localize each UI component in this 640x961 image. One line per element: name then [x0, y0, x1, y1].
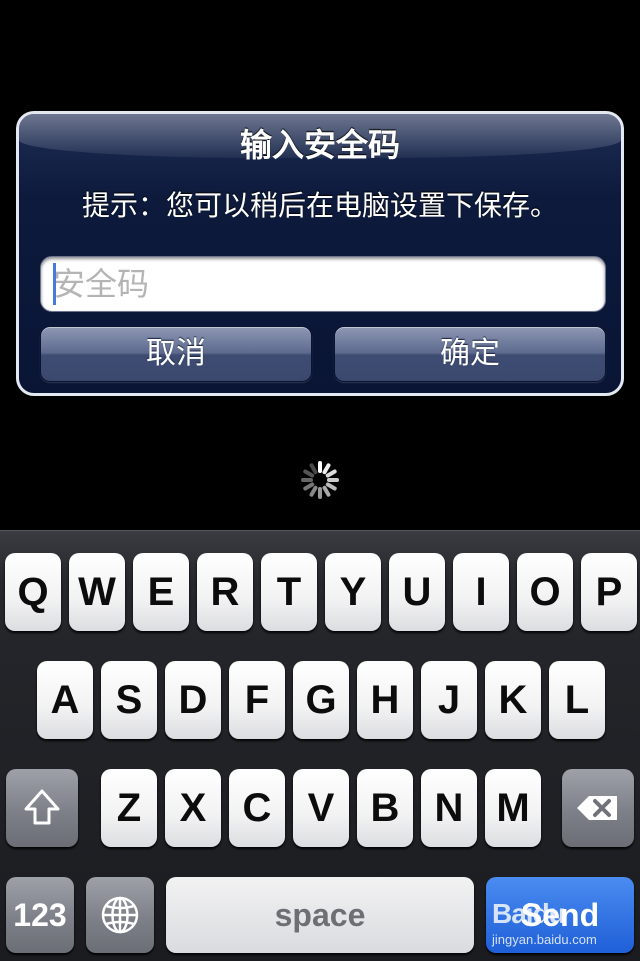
key-g[interactable]: G	[293, 661, 349, 739]
key-r[interactable]: R	[197, 553, 253, 631]
security-code-alert: 输入安全码 提示：您可以稍后在电脑设置下保存。 取消 确定	[16, 111, 624, 396]
loading-spinner-icon	[301, 461, 339, 499]
numbers-key[interactable]: 123	[6, 877, 74, 953]
key-h[interactable]: H	[357, 661, 413, 739]
backspace-icon	[577, 796, 617, 820]
globe-key[interactable]	[86, 877, 154, 953]
key-a[interactable]: A	[37, 661, 93, 739]
alert-message: 提示：您可以稍后在电脑设置下保存。	[81, 189, 558, 222]
confirm-button[interactable]: 确定	[334, 326, 606, 382]
key-d[interactable]: D	[165, 661, 221, 739]
key-i[interactable]: I	[453, 553, 509, 631]
text-caret	[53, 263, 56, 305]
key-c[interactable]: C	[229, 769, 285, 847]
shift-key[interactable]	[6, 769, 78, 847]
key-x[interactable]: X	[165, 769, 221, 847]
cancel-button[interactable]: 取消	[40, 326, 312, 382]
key-t[interactable]: T	[261, 553, 317, 631]
send-key[interactable]: Send	[486, 877, 634, 953]
key-m[interactable]: M	[485, 769, 541, 847]
key-l[interactable]: L	[549, 661, 605, 739]
key-b[interactable]: B	[357, 769, 413, 847]
key-s[interactable]: S	[101, 661, 157, 739]
key-w[interactable]: W	[69, 553, 125, 631]
key-v[interactable]: V	[293, 769, 349, 847]
key-o[interactable]: O	[517, 553, 573, 631]
security-code-input[interactable]	[40, 256, 606, 312]
key-n[interactable]: N	[421, 769, 477, 847]
key-u[interactable]: U	[389, 553, 445, 631]
shift-icon	[24, 789, 60, 825]
key-q[interactable]: Q	[5, 553, 61, 631]
alert-title: 输入安全码	[239, 126, 400, 164]
space-key[interactable]: space	[166, 877, 474, 953]
key-k[interactable]: K	[485, 661, 541, 739]
key-p[interactable]: P	[581, 553, 637, 631]
globe-icon	[101, 896, 139, 934]
key-j[interactable]: J	[421, 661, 477, 739]
key-e[interactable]: E	[133, 553, 189, 631]
keyboard: Q W E R T Y U I O P A S D F G H J K L Z …	[0, 530, 640, 961]
backspace-key[interactable]	[562, 769, 634, 847]
key-f[interactable]: F	[229, 661, 285, 739]
key-z[interactable]: Z	[101, 769, 157, 847]
key-y[interactable]: Y	[325, 553, 381, 631]
